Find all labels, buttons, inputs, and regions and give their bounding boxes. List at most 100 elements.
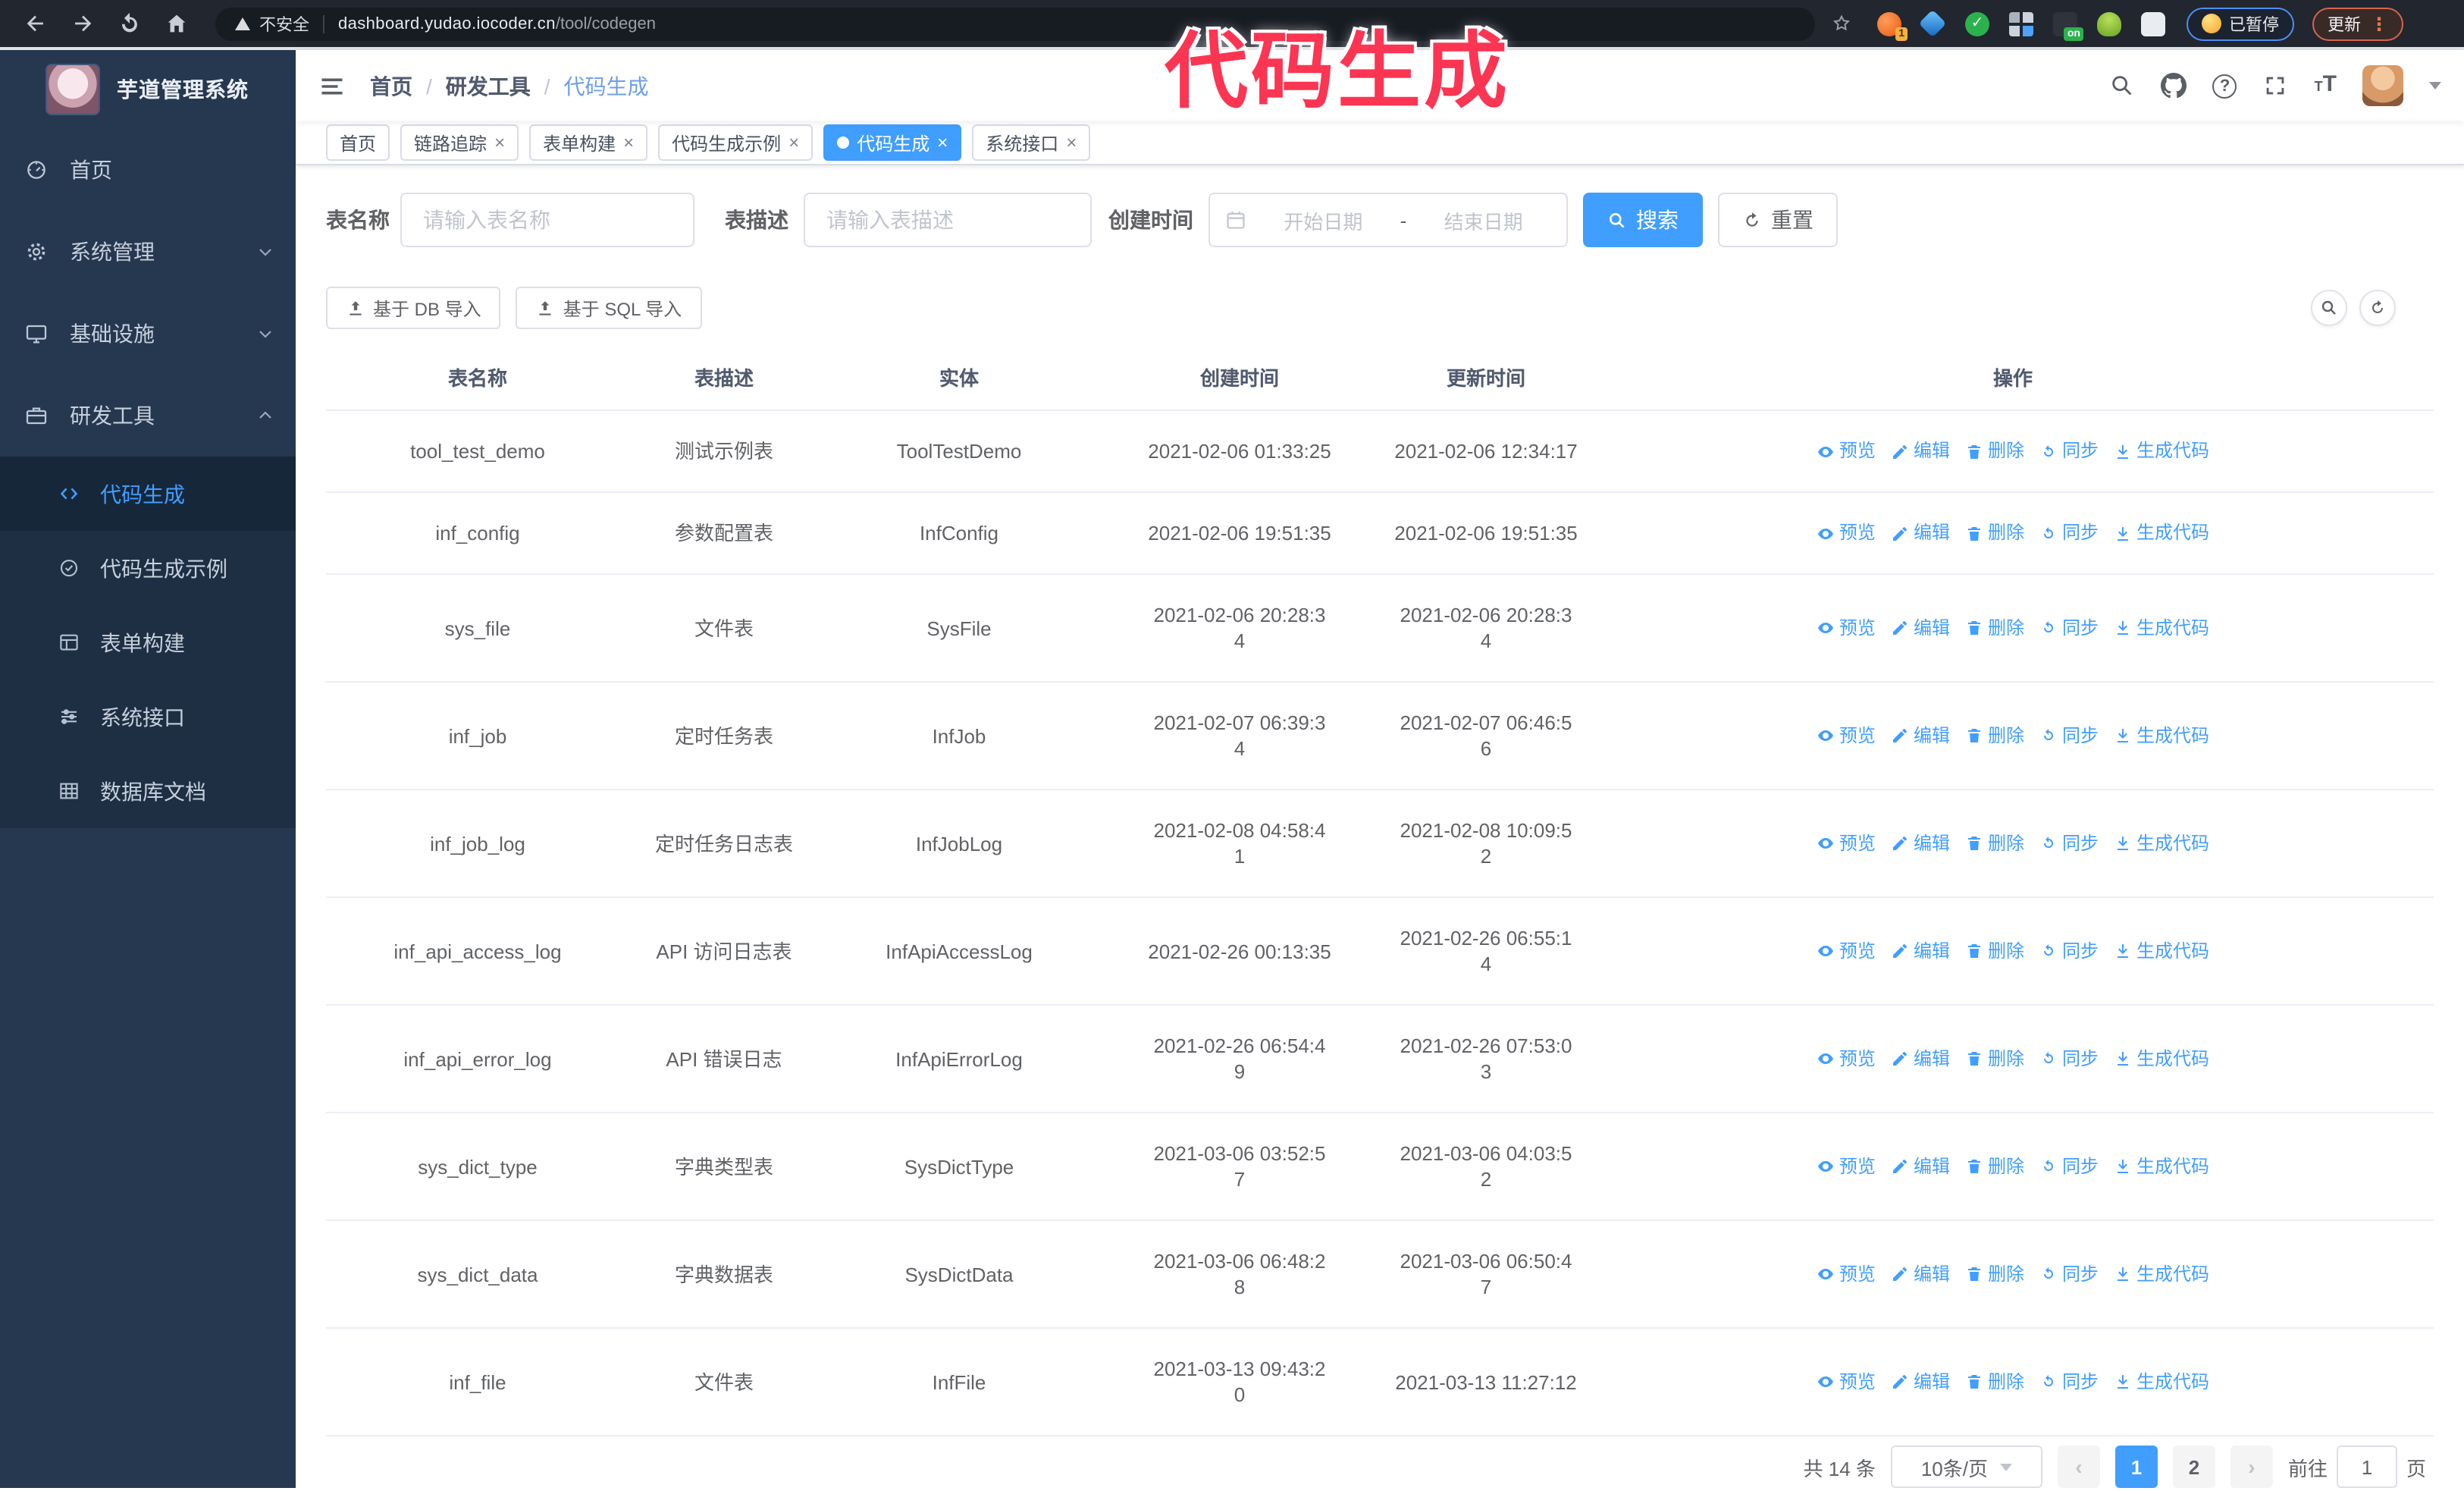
action-sync-link[interactable]: 同步 bbox=[2039, 438, 2099, 464]
tab-close-icon[interactable]: × bbox=[1066, 133, 1077, 152]
user-avatar[interactable] bbox=[2362, 65, 2403, 107]
reset-button[interactable]: 重置 bbox=[1718, 193, 1838, 247]
sidebar-item[interactable]: 研发工具 bbox=[0, 375, 296, 457]
hamburger-icon[interactable] bbox=[318, 72, 346, 99]
action-edit-link[interactable]: 编辑 bbox=[1891, 438, 1950, 464]
chevron-down-icon[interactable] bbox=[2429, 82, 2441, 90]
action-download-link[interactable]: 生成代码 bbox=[2114, 1154, 2209, 1179]
goto-page-input[interactable] bbox=[2336, 1445, 2397, 1488]
extension-icon[interactable] bbox=[2009, 11, 2033, 36]
action-eye-link[interactable]: 预览 bbox=[1817, 830, 1876, 856]
action-sync-link[interactable]: 同步 bbox=[2039, 1046, 2099, 1072]
font-size-icon[interactable]: TT bbox=[2315, 73, 2337, 99]
action-download-link[interactable]: 生成代码 bbox=[2114, 1369, 2209, 1395]
refresh-table-button[interactable] bbox=[2359, 290, 2396, 326]
bookmark-star-icon[interactable] bbox=[1830, 12, 1853, 35]
tab[interactable]: 链路追踪 × bbox=[400, 124, 519, 162]
import-sql-button[interactable]: 基于 SQL 导入 bbox=[516, 287, 702, 329]
action-sync-link[interactable]: 同步 bbox=[2039, 520, 2099, 546]
toggle-search-button[interactable] bbox=[2311, 290, 2347, 326]
import-db-button[interactable]: 基于 DB 导入 bbox=[326, 287, 501, 329]
action-download-link[interactable]: 生成代码 bbox=[2114, 1261, 2209, 1287]
action-eye-link[interactable]: 预览 bbox=[1817, 1261, 1876, 1287]
action-download-link[interactable]: 生成代码 bbox=[2114, 1046, 2209, 1072]
action-sync-link[interactable]: 同步 bbox=[2039, 615, 2099, 641]
action-trash-link[interactable]: 删除 bbox=[1965, 938, 2024, 964]
breadcrumb-link[interactable]: 首页 bbox=[370, 71, 412, 101]
extension-icon[interactable]: on bbox=[2053, 11, 2083, 40]
tab[interactable]: 首页 bbox=[326, 124, 390, 162]
action-eye-link[interactable]: 预览 bbox=[1817, 438, 1876, 464]
sidebar-item[interactable]: 系统管理 bbox=[0, 211, 296, 293]
action-edit-link[interactable]: 编辑 bbox=[1891, 723, 1950, 749]
action-sync-link[interactable]: 同步 bbox=[2039, 1369, 2099, 1395]
extension-icon[interactable] bbox=[2097, 11, 2121, 36]
action-trash-link[interactable]: 删除 bbox=[1965, 520, 2024, 546]
table-name-input[interactable] bbox=[400, 193, 694, 247]
page-size-select[interactable]: 10条/页 bbox=[1890, 1445, 2042, 1488]
action-edit-link[interactable]: 编辑 bbox=[1891, 1261, 1950, 1287]
address-bar[interactable]: 不安全 dashboard.yudao.iocoder.cn /tool/cod… bbox=[215, 7, 1815, 40]
extension-icon[interactable]: ✓ bbox=[1965, 11, 1989, 36]
action-eye-link[interactable]: 预览 bbox=[1817, 723, 1876, 749]
github-icon[interactable] bbox=[2161, 73, 2187, 99]
action-sync-link[interactable]: 同步 bbox=[2039, 830, 2099, 856]
action-download-link[interactable]: 生成代码 bbox=[2114, 438, 2209, 464]
help-icon[interactable]: ? bbox=[2212, 74, 2237, 99]
sidebar-item[interactable]: 基础设施 bbox=[0, 293, 296, 375]
table-desc-input[interactable] bbox=[804, 193, 1092, 247]
tab[interactable]: 表单构建 × bbox=[529, 124, 648, 162]
action-download-link[interactable]: 生成代码 bbox=[2114, 938, 2209, 964]
sidebar-subitem[interactable]: 代码生成示例 bbox=[0, 531, 296, 605]
action-download-link[interactable]: 生成代码 bbox=[2114, 520, 2209, 546]
action-trash-link[interactable]: 删除 bbox=[1965, 1046, 2024, 1072]
tab-close-icon[interactable]: × bbox=[788, 133, 799, 152]
back-icon[interactable] bbox=[23, 11, 49, 36]
page-button[interactable]: 2 bbox=[2172, 1445, 2215, 1488]
app-logo-row[interactable]: 芋道管理系统 bbox=[0, 50, 296, 129]
action-trash-link[interactable]: 删除 bbox=[1965, 830, 2024, 856]
action-download-link[interactable]: 生成代码 bbox=[2114, 830, 2209, 856]
action-edit-link[interactable]: 编辑 bbox=[1891, 938, 1950, 964]
action-trash-link[interactable]: 删除 bbox=[1965, 615, 2024, 641]
date-range-picker[interactable]: 开始日期 - 结束日期 bbox=[1208, 193, 1568, 247]
action-download-link[interactable]: 生成代码 bbox=[2114, 615, 2209, 641]
prev-page-button[interactable]: ‹ bbox=[2057, 1445, 2100, 1488]
tab-close-icon[interactable]: × bbox=[623, 133, 634, 152]
tab-active[interactable]: 代码生成 × bbox=[823, 124, 962, 162]
action-sync-link[interactable]: 同步 bbox=[2039, 1154, 2099, 1179]
action-trash-link[interactable]: 删除 bbox=[1965, 1154, 2024, 1179]
tab-close-icon[interactable]: × bbox=[494, 133, 505, 152]
extension-icon[interactable] bbox=[1918, 8, 1947, 37]
forward-icon[interactable] bbox=[70, 11, 96, 36]
action-eye-link[interactable]: 预览 bbox=[1817, 1046, 1876, 1072]
action-edit-link[interactable]: 编辑 bbox=[1891, 1046, 1950, 1072]
breadcrumb-link[interactable]: 研发工具 bbox=[446, 71, 531, 101]
sidebar-subitem[interactable]: 数据库文档 bbox=[0, 754, 296, 828]
action-edit-link[interactable]: 编辑 bbox=[1891, 520, 1950, 546]
home-icon[interactable] bbox=[164, 11, 190, 36]
action-eye-link[interactable]: 预览 bbox=[1817, 1369, 1876, 1395]
browser-profile-chip[interactable]: 已暂停 bbox=[2187, 7, 2294, 40]
action-trash-link[interactable]: 删除 bbox=[1965, 1261, 2024, 1287]
action-eye-link[interactable]: 预览 bbox=[1817, 520, 1876, 546]
sidebar-item[interactable]: 首页 bbox=[0, 129, 296, 211]
extension-icon[interactable] bbox=[2141, 11, 2165, 36]
reload-icon[interactable] bbox=[117, 11, 143, 36]
action-edit-link[interactable]: 编辑 bbox=[1891, 830, 1950, 856]
action-eye-link[interactable]: 预览 bbox=[1817, 1154, 1876, 1179]
browser-menu-icon[interactable]: ⋮ bbox=[2370, 14, 2388, 33]
browser-update-button[interactable]: 更新 ⋮ bbox=[2312, 7, 2403, 40]
tab[interactable]: 代码生成示例 × bbox=[658, 124, 813, 162]
action-trash-link[interactable]: 删除 bbox=[1965, 1369, 2024, 1395]
sidebar-subitem[interactable]: 系统接口 bbox=[0, 680, 296, 754]
action-download-link[interactable]: 生成代码 bbox=[2114, 723, 2209, 749]
next-page-button[interactable]: › bbox=[2230, 1445, 2273, 1488]
search-button[interactable]: 搜索 bbox=[1583, 193, 1703, 247]
action-eye-link[interactable]: 预览 bbox=[1817, 938, 1876, 964]
fullscreen-icon[interactable] bbox=[2263, 73, 2289, 99]
action-trash-link[interactable]: 删除 bbox=[1965, 723, 2024, 749]
action-sync-link[interactable]: 同步 bbox=[2039, 723, 2099, 749]
action-sync-link[interactable]: 同步 bbox=[2039, 938, 2099, 964]
action-edit-link[interactable]: 编辑 bbox=[1891, 615, 1950, 641]
